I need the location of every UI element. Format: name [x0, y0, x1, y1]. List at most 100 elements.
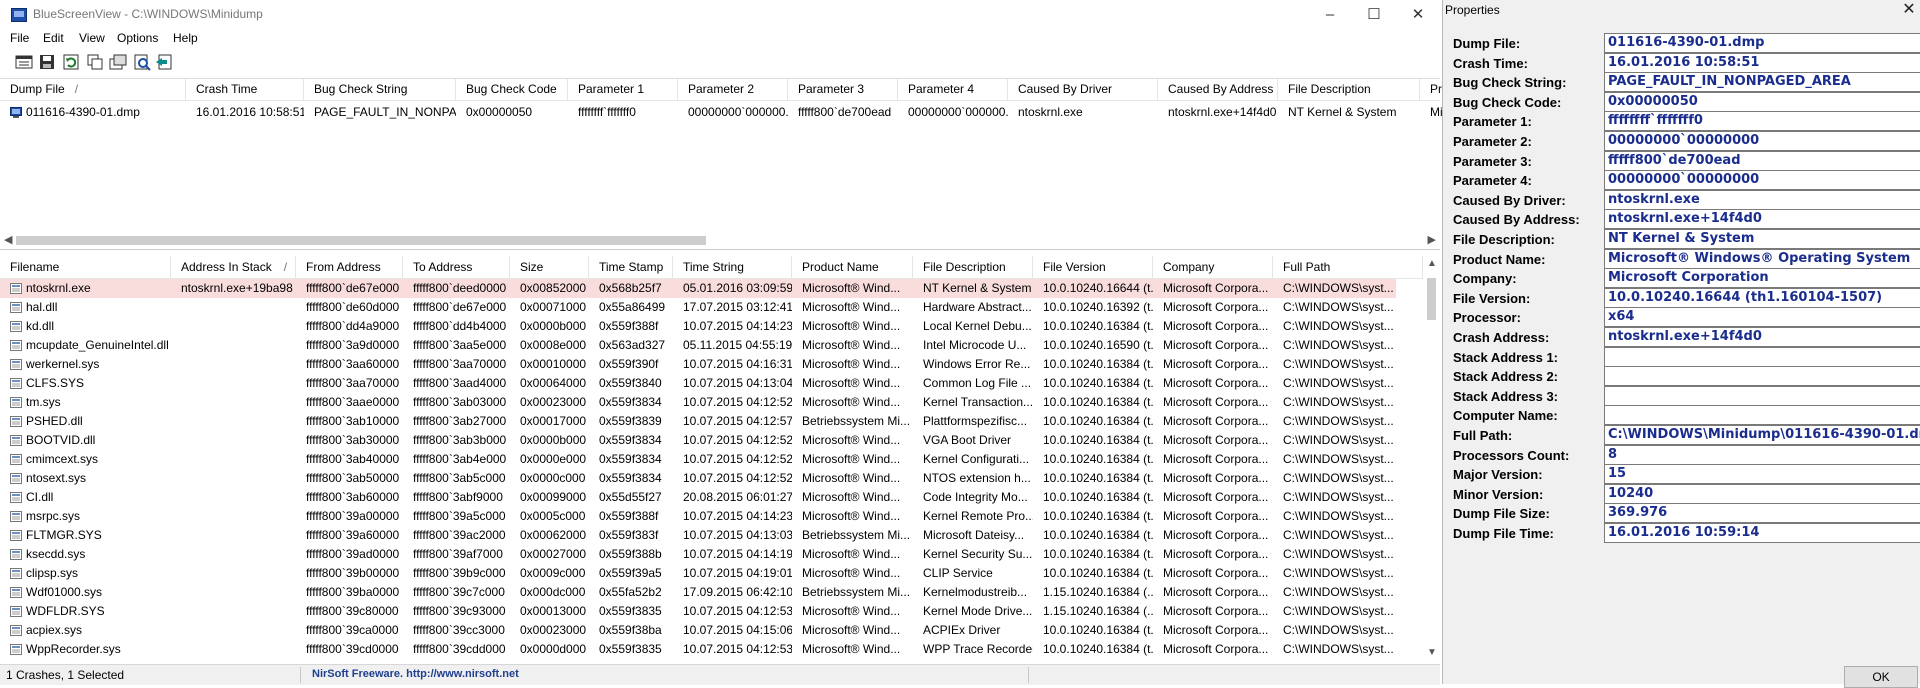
property-value-field[interactable]: Microsoft Corporation	[1604, 268, 1920, 289]
copy-icon[interactable]	[86, 53, 104, 71]
col-parameter-4[interactable]: Parameter 4	[898, 79, 1008, 100]
options-icon[interactable]	[109, 53, 127, 71]
scroll-right-icon[interactable]: ▶	[1428, 232, 1436, 248]
module-row[interactable]: Wdf01000.sys fffff800`39ba0000 fffff800`39…	[0, 583, 1396, 602]
property-value-field[interactable]: 16.01.2016 10:59:14	[1604, 523, 1920, 543]
property-value-field[interactable]: NT Kernel & System	[1604, 229, 1920, 249]
module-row[interactable]: CI.dll fffff800`3ab60000 fffff800`3abf9000…	[0, 488, 1396, 507]
property-value-field[interactable]: 16.01.2016 10:58:51	[1604, 52, 1920, 73]
horizontal-scrollbar[interactable]: ◀ ▶	[0, 232, 1440, 248]
col-parameter-2[interactable]: Parameter 2	[678, 79, 788, 100]
module-row[interactable]: WppRecorder.sys fffff800`39cd0000 fffff800…	[0, 640, 1396, 659]
cell-product-name: Microsoft® Wind...	[802, 376, 901, 390]
property-value-field[interactable]: ntoskrnl.exe+14f4d0	[1604, 209, 1920, 230]
module-row[interactable]: werkernel.sys fffff800`3aa60000 fffff800`3…	[0, 355, 1396, 374]
col-address-in-stack[interactable]: Address In Stack /	[171, 256, 296, 278]
property-value-field[interactable]	[1604, 405, 1920, 426]
col-full-path[interactable]: Full Path	[1273, 256, 1423, 278]
properties-icon[interactable]	[15, 53, 33, 71]
property-value-field[interactable]: ntoskrnl.exe	[1604, 189, 1920, 210]
property-value-field[interactable]: 0x00000050	[1604, 91, 1920, 112]
ok-button[interactable]: OK	[1844, 666, 1918, 688]
property-value-field[interactable]: ffffffff`fffffff0	[1604, 111, 1920, 132]
cell-file-version: 10.0.10240.16384 (t...	[1043, 357, 1153, 371]
module-row[interactable]: tm.sys fffff800`3aae0000 fffff800`3ab03000…	[0, 393, 1396, 412]
module-row[interactable]: hal.dll fffff800`de60d000 fffff800`de67e00…	[0, 298, 1396, 317]
minimize-button[interactable]: –	[1310, 2, 1350, 28]
property-value-field[interactable]: 15	[1604, 464, 1920, 485]
horizontal-scroll-thumb[interactable]	[16, 236, 706, 245]
col-file-description[interactable]: File Description	[913, 256, 1033, 278]
property-value-field[interactable]: 00000000`00000000	[1604, 170, 1920, 191]
nirsoft-link[interactable]: NirSoft Freeware. http://www.nirsoft.net	[312, 668, 519, 680]
module-row[interactable]: FLTMGR.SYS fffff800`39a60000 fffff800`39ac…	[0, 526, 1396, 545]
menu-options[interactable]: Options	[117, 31, 158, 45]
property-value-field[interactable]: ntoskrnl.exe+14f4d0	[1604, 327, 1920, 347]
property-value-field[interactable]: C:\WINDOWS\Minidump\011616-4390-01.dmp	[1604, 425, 1920, 445]
module-row[interactable]: PSHED.dll fffff800`3ab10000 fffff800`3ab27…	[0, 412, 1396, 431]
maximize-button[interactable]: ☐	[1354, 2, 1394, 28]
scroll-down-icon[interactable]: ▼	[1427, 647, 1437, 658]
property-value-field[interactable]: fffff800`de700ead	[1604, 150, 1920, 171]
property-value-field[interactable]: 00000000`00000000	[1604, 131, 1920, 151]
col-parameter-1[interactable]: Parameter 1	[568, 79, 678, 100]
property-value-field[interactable]: 011616-4390-01.dmp	[1604, 33, 1920, 53]
col-crash-time[interactable]: Crash Time	[186, 79, 304, 100]
module-row[interactable]: CLFS.SYS fffff800`3aa70000 fffff800`3aad40…	[0, 374, 1396, 393]
property-value-field[interactable]	[1604, 346, 1920, 367]
module-row[interactable]: ntosext.sys fffff800`3ab50000 fffff800`3ab…	[0, 469, 1396, 488]
menu-file[interactable]: File	[10, 31, 29, 45]
module-row[interactable]: msrpc.sys fffff800`39a00000 fffff800`39a5c…	[0, 507, 1396, 526]
menu-edit[interactable]: Edit	[43, 31, 64, 45]
menu-help[interactable]: Help	[173, 31, 198, 45]
property-value-field[interactable]: PAGE_FAULT_IN_NONPAGED_AREA	[1604, 72, 1920, 93]
col-from-address[interactable]: From Address	[296, 256, 403, 278]
property-value-field[interactable]: x64	[1604, 307, 1920, 328]
menu-view[interactable]: View	[79, 31, 105, 45]
refresh-icon[interactable]	[62, 53, 80, 71]
col-product-name[interactable]: Product Name	[792, 256, 913, 278]
col-time-stamp[interactable]: Time Stamp	[589, 256, 673, 278]
col-size[interactable]: Size	[510, 256, 589, 278]
save-icon[interactable]	[38, 53, 56, 71]
property-value-field[interactable]: 10.0.10240.16644 (th1.160104-1507)	[1604, 287, 1920, 308]
module-row[interactable]: BOOTVID.dll fffff800`3ab30000 fffff800`3ab…	[0, 431, 1396, 450]
properties-close-button[interactable]: ✕	[1897, 0, 1920, 20]
vertical-scroll-thumb[interactable]	[1427, 278, 1436, 320]
module-row[interactable]: cmimcext.sys fffff800`3ab40000 fffff800`3a…	[0, 450, 1396, 469]
vertical-scrollbar[interactable]: ▲ ▼	[1423, 256, 1440, 660]
col-to-address[interactable]: To Address	[403, 256, 510, 278]
close-button[interactable]: ✕	[1398, 2, 1438, 28]
crash-row[interactable]: 011616-4390-01.dmp 16.01.2016 10:58:51 P…	[0, 103, 1449, 122]
col-parameter-3[interactable]: Parameter 3	[788, 79, 898, 100]
cell-file-description: Microsoft Dateisy...	[923, 528, 1025, 542]
property-value-field[interactable]: 10240	[1604, 483, 1920, 504]
col-time-string[interactable]: Time String	[673, 256, 792, 278]
property-value-field[interactable]	[1604, 366, 1920, 387]
find-icon[interactable]	[133, 53, 151, 71]
module-row[interactable]: clipsp.sys fffff800`39b00000 fffff800`39b9…	[0, 564, 1396, 583]
property-value-field[interactable]	[1604, 385, 1920, 406]
col-caused-by-address[interactable]: Caused By Address	[1158, 79, 1278, 100]
cell-from-address: fffff800`39b00000	[306, 566, 400, 580]
module-row[interactable]: ntoskrnl.exe ntoskrnl.exe+19ba98 fffff800`…	[0, 279, 1396, 298]
col-company[interactable]: Company	[1153, 256, 1273, 278]
col-file-version[interactable]: File Version	[1033, 256, 1153, 278]
col-caused-by-driver[interactable]: Caused By Driver	[1008, 79, 1158, 100]
exit-icon[interactable]	[155, 53, 173, 71]
property-value-field[interactable]: 369.976	[1604, 503, 1920, 524]
scroll-left-icon[interactable]: ◀	[4, 232, 12, 248]
property-value-field[interactable]: Microsoft® Windows® Operating System	[1604, 248, 1920, 269]
col-filename[interactable]: Filename	[0, 256, 171, 278]
col-bug-check-code[interactable]: Bug Check Code	[456, 79, 568, 100]
property-value-field[interactable]: 8	[1604, 444, 1920, 465]
scroll-up-icon[interactable]: ▲	[1427, 258, 1437, 269]
module-row[interactable]: ksecdd.sys fffff800`39ad0000 fffff800`39af…	[0, 545, 1396, 564]
module-row[interactable]: acpiex.sys fffff800`39ca0000 fffff800`39cc…	[0, 621, 1396, 640]
module-row[interactable]: mcupdate_GenuineIntel.dll fffff800`3a9d00…	[0, 336, 1396, 355]
module-row[interactable]: kd.dll fffff800`dd4a9000 fffff800`dd4b4000…	[0, 317, 1396, 336]
module-row[interactable]: WDFLDR.SYS fffff800`39c80000 fffff800`39c9…	[0, 602, 1396, 621]
col-file-description[interactable]: File Description	[1278, 79, 1420, 100]
col-dump-file[interactable]: Dump File /	[0, 79, 186, 100]
col-bug-check-string[interactable]: Bug Check String	[304, 79, 456, 100]
